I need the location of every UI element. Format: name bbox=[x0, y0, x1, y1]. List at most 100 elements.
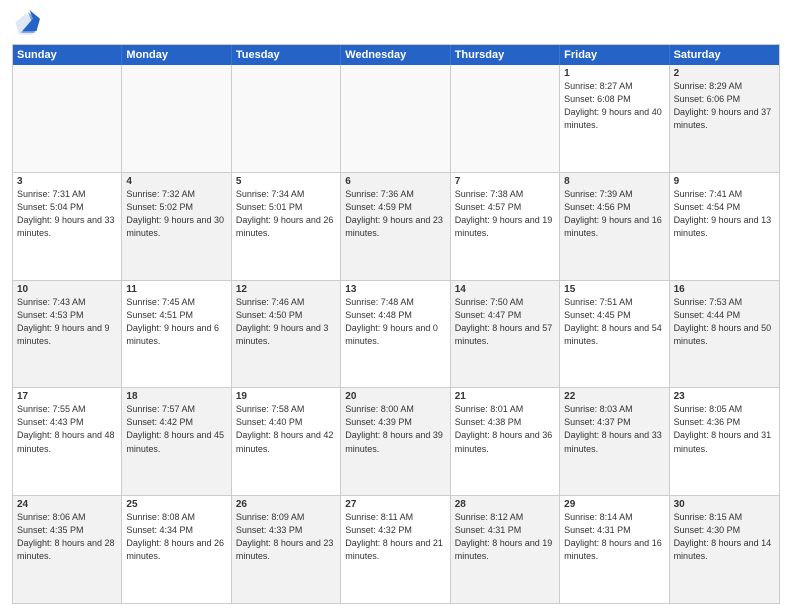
cal-cell-0-2 bbox=[232, 65, 341, 172]
header-day-thursday: Thursday bbox=[451, 45, 560, 65]
day-number: 13 bbox=[345, 284, 445, 295]
day-info: Sunrise: 7:41 AM Sunset: 4:54 PM Dayligh… bbox=[674, 188, 775, 240]
header-day-friday: Friday bbox=[560, 45, 669, 65]
day-number: 19 bbox=[236, 391, 336, 402]
day-number: 27 bbox=[345, 499, 445, 510]
calendar-header: SundayMondayTuesdayWednesdayThursdayFrid… bbox=[13, 45, 779, 65]
cal-cell-4-4: 28Sunrise: 8:12 AM Sunset: 4:31 PM Dayli… bbox=[451, 496, 560, 603]
cal-cell-4-6: 30Sunrise: 8:15 AM Sunset: 4:30 PM Dayli… bbox=[670, 496, 779, 603]
day-number: 6 bbox=[345, 176, 445, 187]
day-info: Sunrise: 8:08 AM Sunset: 4:34 PM Dayligh… bbox=[126, 511, 226, 563]
cal-cell-1-4: 7Sunrise: 7:38 AM Sunset: 4:57 PM Daylig… bbox=[451, 173, 560, 280]
day-number: 22 bbox=[564, 391, 664, 402]
day-number: 18 bbox=[126, 391, 226, 402]
day-info: Sunrise: 8:11 AM Sunset: 4:32 PM Dayligh… bbox=[345, 511, 445, 563]
cal-cell-2-4: 14Sunrise: 7:50 AM Sunset: 4:47 PM Dayli… bbox=[451, 281, 560, 388]
cal-cell-0-6: 2Sunrise: 8:29 AM Sunset: 6:06 PM Daylig… bbox=[670, 65, 779, 172]
day-info: Sunrise: 7:34 AM Sunset: 5:01 PM Dayligh… bbox=[236, 188, 336, 240]
cal-cell-0-4 bbox=[451, 65, 560, 172]
day-info: Sunrise: 8:27 AM Sunset: 6:08 PM Dayligh… bbox=[564, 80, 664, 132]
cal-cell-0-5: 1Sunrise: 8:27 AM Sunset: 6:08 PM Daylig… bbox=[560, 65, 669, 172]
day-number: 10 bbox=[17, 284, 117, 295]
cal-cell-3-1: 18Sunrise: 7:57 AM Sunset: 4:42 PM Dayli… bbox=[122, 388, 231, 495]
day-info: Sunrise: 7:58 AM Sunset: 4:40 PM Dayligh… bbox=[236, 403, 336, 455]
calendar: SundayMondayTuesdayWednesdayThursdayFrid… bbox=[12, 44, 780, 604]
day-info: Sunrise: 8:03 AM Sunset: 4:37 PM Dayligh… bbox=[564, 403, 664, 455]
cal-cell-3-4: 21Sunrise: 8:01 AM Sunset: 4:38 PM Dayli… bbox=[451, 388, 560, 495]
day-info: Sunrise: 8:05 AM Sunset: 4:36 PM Dayligh… bbox=[674, 403, 775, 455]
cal-cell-4-0: 24Sunrise: 8:06 AM Sunset: 4:35 PM Dayli… bbox=[13, 496, 122, 603]
header-day-monday: Monday bbox=[122, 45, 231, 65]
day-number: 28 bbox=[455, 499, 555, 510]
cal-cell-0-3 bbox=[341, 65, 450, 172]
day-number: 8 bbox=[564, 176, 664, 187]
logo-icon bbox=[12, 10, 40, 38]
cal-cell-3-0: 17Sunrise: 7:55 AM Sunset: 4:43 PM Dayli… bbox=[13, 388, 122, 495]
header bbox=[12, 10, 780, 38]
day-info: Sunrise: 7:36 AM Sunset: 4:59 PM Dayligh… bbox=[345, 188, 445, 240]
cal-cell-2-6: 16Sunrise: 7:53 AM Sunset: 4:44 PM Dayli… bbox=[670, 281, 779, 388]
day-info: Sunrise: 7:50 AM Sunset: 4:47 PM Dayligh… bbox=[455, 296, 555, 348]
day-number: 4 bbox=[126, 176, 226, 187]
day-number: 11 bbox=[126, 284, 226, 295]
day-info: Sunrise: 7:46 AM Sunset: 4:50 PM Dayligh… bbox=[236, 296, 336, 348]
cal-cell-1-5: 8Sunrise: 7:39 AM Sunset: 4:56 PM Daylig… bbox=[560, 173, 669, 280]
day-info: Sunrise: 8:00 AM Sunset: 4:39 PM Dayligh… bbox=[345, 403, 445, 455]
header-day-sunday: Sunday bbox=[13, 45, 122, 65]
calendar-row-3: 17Sunrise: 7:55 AM Sunset: 4:43 PM Dayli… bbox=[13, 388, 779, 496]
header-day-tuesday: Tuesday bbox=[232, 45, 341, 65]
calendar-row-2: 10Sunrise: 7:43 AM Sunset: 4:53 PM Dayli… bbox=[13, 281, 779, 389]
day-info: Sunrise: 8:15 AM Sunset: 4:30 PM Dayligh… bbox=[674, 511, 775, 563]
day-info: Sunrise: 7:39 AM Sunset: 4:56 PM Dayligh… bbox=[564, 188, 664, 240]
cal-cell-1-2: 5Sunrise: 7:34 AM Sunset: 5:01 PM Daylig… bbox=[232, 173, 341, 280]
cal-cell-1-1: 4Sunrise: 7:32 AM Sunset: 5:02 PM Daylig… bbox=[122, 173, 231, 280]
day-info: Sunrise: 7:31 AM Sunset: 5:04 PM Dayligh… bbox=[17, 188, 117, 240]
day-info: Sunrise: 7:38 AM Sunset: 4:57 PM Dayligh… bbox=[455, 188, 555, 240]
cal-cell-4-1: 25Sunrise: 8:08 AM Sunset: 4:34 PM Dayli… bbox=[122, 496, 231, 603]
day-info: Sunrise: 8:09 AM Sunset: 4:33 PM Dayligh… bbox=[236, 511, 336, 563]
cal-cell-2-1: 11Sunrise: 7:45 AM Sunset: 4:51 PM Dayli… bbox=[122, 281, 231, 388]
day-info: Sunrise: 7:43 AM Sunset: 4:53 PM Dayligh… bbox=[17, 296, 117, 348]
day-info: Sunrise: 8:01 AM Sunset: 4:38 PM Dayligh… bbox=[455, 403, 555, 455]
day-number: 17 bbox=[17, 391, 117, 402]
day-number: 16 bbox=[674, 284, 775, 295]
calendar-row-4: 24Sunrise: 8:06 AM Sunset: 4:35 PM Dayli… bbox=[13, 496, 779, 603]
cal-cell-2-5: 15Sunrise: 7:51 AM Sunset: 4:45 PM Dayli… bbox=[560, 281, 669, 388]
cal-cell-3-6: 23Sunrise: 8:05 AM Sunset: 4:36 PM Dayli… bbox=[670, 388, 779, 495]
day-info: Sunrise: 7:51 AM Sunset: 4:45 PM Dayligh… bbox=[564, 296, 664, 348]
day-number: 7 bbox=[455, 176, 555, 187]
day-number: 23 bbox=[674, 391, 775, 402]
cal-cell-2-0: 10Sunrise: 7:43 AM Sunset: 4:53 PM Dayli… bbox=[13, 281, 122, 388]
cal-cell-4-5: 29Sunrise: 8:14 AM Sunset: 4:31 PM Dayli… bbox=[560, 496, 669, 603]
day-number: 21 bbox=[455, 391, 555, 402]
cal-cell-3-5: 22Sunrise: 8:03 AM Sunset: 4:37 PM Dayli… bbox=[560, 388, 669, 495]
day-number: 5 bbox=[236, 176, 336, 187]
day-number: 15 bbox=[564, 284, 664, 295]
day-info: Sunrise: 7:48 AM Sunset: 4:48 PM Dayligh… bbox=[345, 296, 445, 348]
day-info: Sunrise: 7:32 AM Sunset: 5:02 PM Dayligh… bbox=[126, 188, 226, 240]
cal-cell-4-2: 26Sunrise: 8:09 AM Sunset: 4:33 PM Dayli… bbox=[232, 496, 341, 603]
day-info: Sunrise: 7:55 AM Sunset: 4:43 PM Dayligh… bbox=[17, 403, 117, 455]
header-day-wednesday: Wednesday bbox=[341, 45, 450, 65]
day-number: 1 bbox=[564, 68, 664, 79]
calendar-row-1: 3Sunrise: 7:31 AM Sunset: 5:04 PM Daylig… bbox=[13, 173, 779, 281]
cal-cell-4-3: 27Sunrise: 8:11 AM Sunset: 4:32 PM Dayli… bbox=[341, 496, 450, 603]
day-info: Sunrise: 8:06 AM Sunset: 4:35 PM Dayligh… bbox=[17, 511, 117, 563]
day-info: Sunrise: 8:14 AM Sunset: 4:31 PM Dayligh… bbox=[564, 511, 664, 563]
day-number: 12 bbox=[236, 284, 336, 295]
cal-cell-1-3: 6Sunrise: 7:36 AM Sunset: 4:59 PM Daylig… bbox=[341, 173, 450, 280]
day-number: 26 bbox=[236, 499, 336, 510]
day-number: 3 bbox=[17, 176, 117, 187]
cal-cell-3-3: 20Sunrise: 8:00 AM Sunset: 4:39 PM Dayli… bbox=[341, 388, 450, 495]
day-number: 24 bbox=[17, 499, 117, 510]
page: SundayMondayTuesdayWednesdayThursdayFrid… bbox=[0, 0, 792, 612]
day-info: Sunrise: 8:12 AM Sunset: 4:31 PM Dayligh… bbox=[455, 511, 555, 563]
day-number: 20 bbox=[345, 391, 445, 402]
calendar-body: 1Sunrise: 8:27 AM Sunset: 6:08 PM Daylig… bbox=[13, 65, 779, 603]
day-info: Sunrise: 8:29 AM Sunset: 6:06 PM Dayligh… bbox=[674, 80, 775, 132]
cal-cell-1-6: 9Sunrise: 7:41 AM Sunset: 4:54 PM Daylig… bbox=[670, 173, 779, 280]
day-info: Sunrise: 7:45 AM Sunset: 4:51 PM Dayligh… bbox=[126, 296, 226, 348]
cal-cell-0-1 bbox=[122, 65, 231, 172]
calendar-row-0: 1Sunrise: 8:27 AM Sunset: 6:08 PM Daylig… bbox=[13, 65, 779, 173]
day-number: 25 bbox=[126, 499, 226, 510]
